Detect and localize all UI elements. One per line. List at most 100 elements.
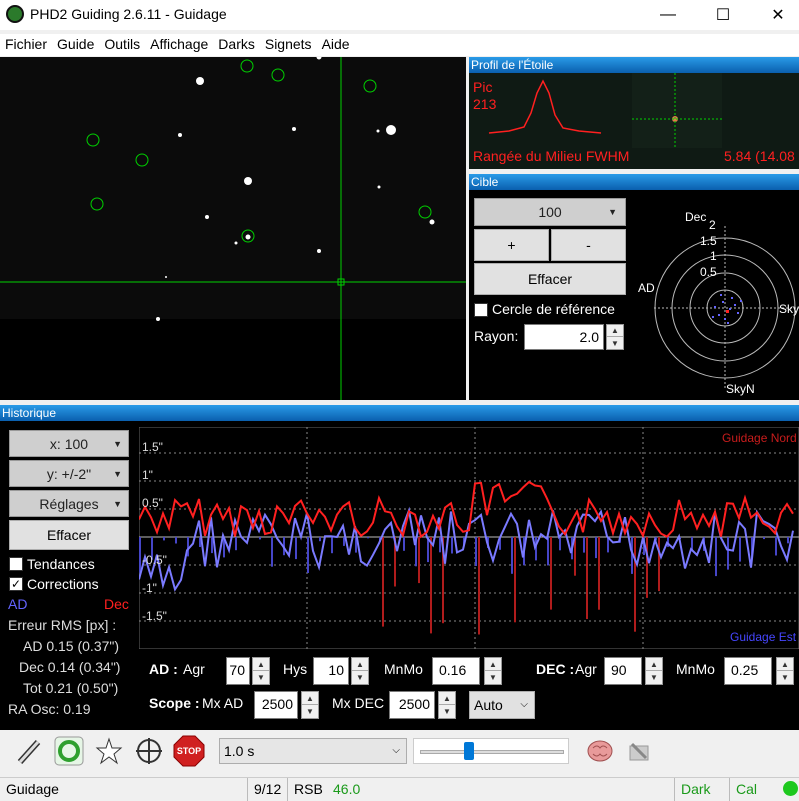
chevron-down-icon: ▼ — [113, 468, 122, 479]
ra-correction-bar — [715, 537, 717, 577]
radius-stepper[interactable]: ▲ ▼ — [606, 324, 624, 350]
y-scale-dropdown[interactable]: y: +/-2" ▼ — [9, 460, 129, 487]
dec-correction-bar — [586, 537, 588, 619]
status-state: Guidage — [6, 781, 59, 797]
peak-label: Pic — [473, 79, 493, 95]
target-axis-ad: AD — [638, 281, 655, 295]
connect-gear-button[interactable] — [12, 734, 46, 768]
ad-mnmo-input[interactable]: 0.16 — [432, 657, 480, 685]
camera-view[interactable] — [0, 57, 466, 400]
trends-checkbox[interactable] — [9, 557, 23, 571]
chevron-down-icon: ⌵ — [392, 745, 400, 756]
ra-correction-bar — [547, 537, 549, 566]
ref-circle-checkbox[interactable] — [474, 303, 488, 317]
phd2-logo-icon — [6, 5, 24, 23]
ra-correction-bar — [259, 537, 261, 540]
dec-mnmo-label: MnMo — [676, 661, 715, 677]
x-scale-value: x: 100 — [49, 435, 89, 452]
menu-affichage[interactable]: Affichage — [145, 34, 213, 56]
ra-correction-bar — [307, 537, 309, 573]
slider-thumb[interactable] — [464, 742, 475, 760]
mx-ad-label: Mx AD — [202, 695, 244, 711]
star-field — [0, 57, 466, 400]
menu-outils[interactable]: Outils — [99, 34, 145, 56]
ad-agr-stepper[interactable]: ▲ ▼ — [252, 657, 270, 685]
zoom-in-button[interactable]: + — [474, 229, 549, 261]
tools-button[interactable] — [622, 734, 656, 768]
history-settings-dropdown[interactable]: Réglages ▼ — [9, 490, 129, 517]
target-panel: Cible 100 ▼ + - Effacer Cercle de référe… — [469, 174, 799, 400]
loop-button[interactable] — [52, 734, 86, 768]
mx-ad-stepper[interactable]: ▲ ▼ — [301, 691, 319, 719]
dec-correction-bar — [478, 537, 480, 635]
ring-label-2: 2 — [709, 218, 716, 232]
dec-mnmo-input[interactable]: 0.25 — [724, 657, 772, 685]
ra-correction-bar — [775, 537, 777, 556]
brain-icon — [587, 740, 613, 762]
ra-correction-bar — [271, 537, 273, 567]
maximize-button[interactable]: ☐ — [700, 0, 746, 30]
guide-button[interactable] — [132, 734, 166, 768]
close-button[interactable]: ✕ — [755, 0, 799, 30]
mx-ad-input[interactable]: 2500 — [254, 691, 298, 719]
star-select-icon — [95, 737, 123, 765]
status-frames: 9/12 — [247, 778, 287, 801]
legend-dec: Dec — [104, 596, 129, 612]
telescope-icon — [17, 739, 41, 765]
ra-correction-bar — [763, 537, 765, 540]
ra-correction-bar — [139, 537, 141, 573]
ad-hys-stepper[interactable]: ▲ ▼ — [351, 657, 369, 685]
menu-guide[interactable]: Guide — [52, 34, 99, 56]
menu-signets[interactable]: Signets — [260, 34, 317, 56]
target-scale-dropdown[interactable]: 100 ▼ — [474, 198, 626, 226]
y-label-0-5: 0.5" — [142, 496, 163, 510]
dec-mnmo-stepper[interactable]: ▲ ▼ — [776, 657, 794, 685]
mx-dec-stepper[interactable]: ▲ ▼ — [438, 691, 456, 719]
ad-hys-input[interactable]: 10 — [313, 657, 349, 685]
radius-input[interactable]: 2.0 — [524, 324, 604, 350]
menu-darks[interactable]: Darks — [213, 34, 260, 56]
ring-label-0-5: 0.5 — [700, 265, 717, 279]
dec-agr-stepper[interactable]: ▲ ▼ — [645, 657, 663, 685]
minimize-button[interactable]: — — [645, 0, 691, 30]
target-clear-button[interactable]: Effacer — [474, 263, 626, 295]
corrections-checkbox[interactable]: ✓ — [9, 577, 23, 591]
dec-mode-value: Auto — [474, 697, 503, 713]
menu-aide[interactable]: Aide — [317, 34, 355, 56]
menu-fichier[interactable]: Fichier — [0, 34, 52, 56]
ra-correction-bar — [595, 537, 597, 559]
slider-track — [420, 750, 564, 754]
gamma-slider[interactable] — [413, 738, 569, 764]
zoom-out-button[interactable]: - — [551, 229, 626, 261]
window-title: PHD2 Guiding 2.6.11 - Guidage — [30, 6, 227, 22]
brain-button[interactable] — [583, 734, 617, 768]
connection-indicator-icon — [783, 781, 798, 796]
history-clear-button[interactable]: Effacer — [9, 520, 129, 550]
x-scale-dropdown[interactable]: x: 100 ▼ — [9, 430, 129, 457]
status-snr-label: RSB — [287, 778, 327, 801]
corrections-label: Corrections — [27, 576, 99, 592]
title-bar: PHD2 Guiding 2.6.11 - Guidage — ☐ ✕ — [0, 0, 799, 30]
status-cal: Cal — [729, 778, 773, 801]
y-label-neg-1: -1" — [142, 581, 157, 595]
dec-correction-bar — [598, 537, 600, 610]
ad-mnmo-stepper[interactable]: ▲ ▼ — [484, 657, 502, 685]
y-scale-value: y: +/-2" — [46, 465, 92, 482]
exposure-dropdown[interactable]: 1.0 s ⌵ — [219, 738, 407, 764]
dec-correction-bar — [550, 537, 552, 610]
exposure-value: 1.0 s — [224, 743, 255, 759]
history-header: Historique — [0, 405, 799, 421]
auto-select-star-button[interactable] — [92, 734, 126, 768]
ad-agr-input[interactable]: 70 — [226, 657, 250, 685]
stop-button[interactable]: STOP — [172, 734, 206, 768]
chevron-down-icon: ⌵ — [520, 699, 528, 710]
dec-mode-select[interactable]: Auto ⌵ — [469, 691, 535, 719]
ra-correction-bar — [787, 537, 789, 544]
chevron-down-icon: ▼ — [113, 498, 122, 509]
dec-agr-input[interactable]: 90 — [604, 657, 642, 685]
ra-correction-bar — [295, 537, 297, 560]
mx-dec-input[interactable]: 2500 — [389, 691, 435, 719]
star-profile-panel: Profil de l'Étoile Pic 213 Rangée du Mil… — [469, 57, 799, 169]
menu-bar: Fichier Guide Outils Affichage Darks Sig… — [0, 34, 799, 56]
status-bar: Guidage 9/12 RSB 46.0 Dark Cal — [0, 777, 799, 801]
